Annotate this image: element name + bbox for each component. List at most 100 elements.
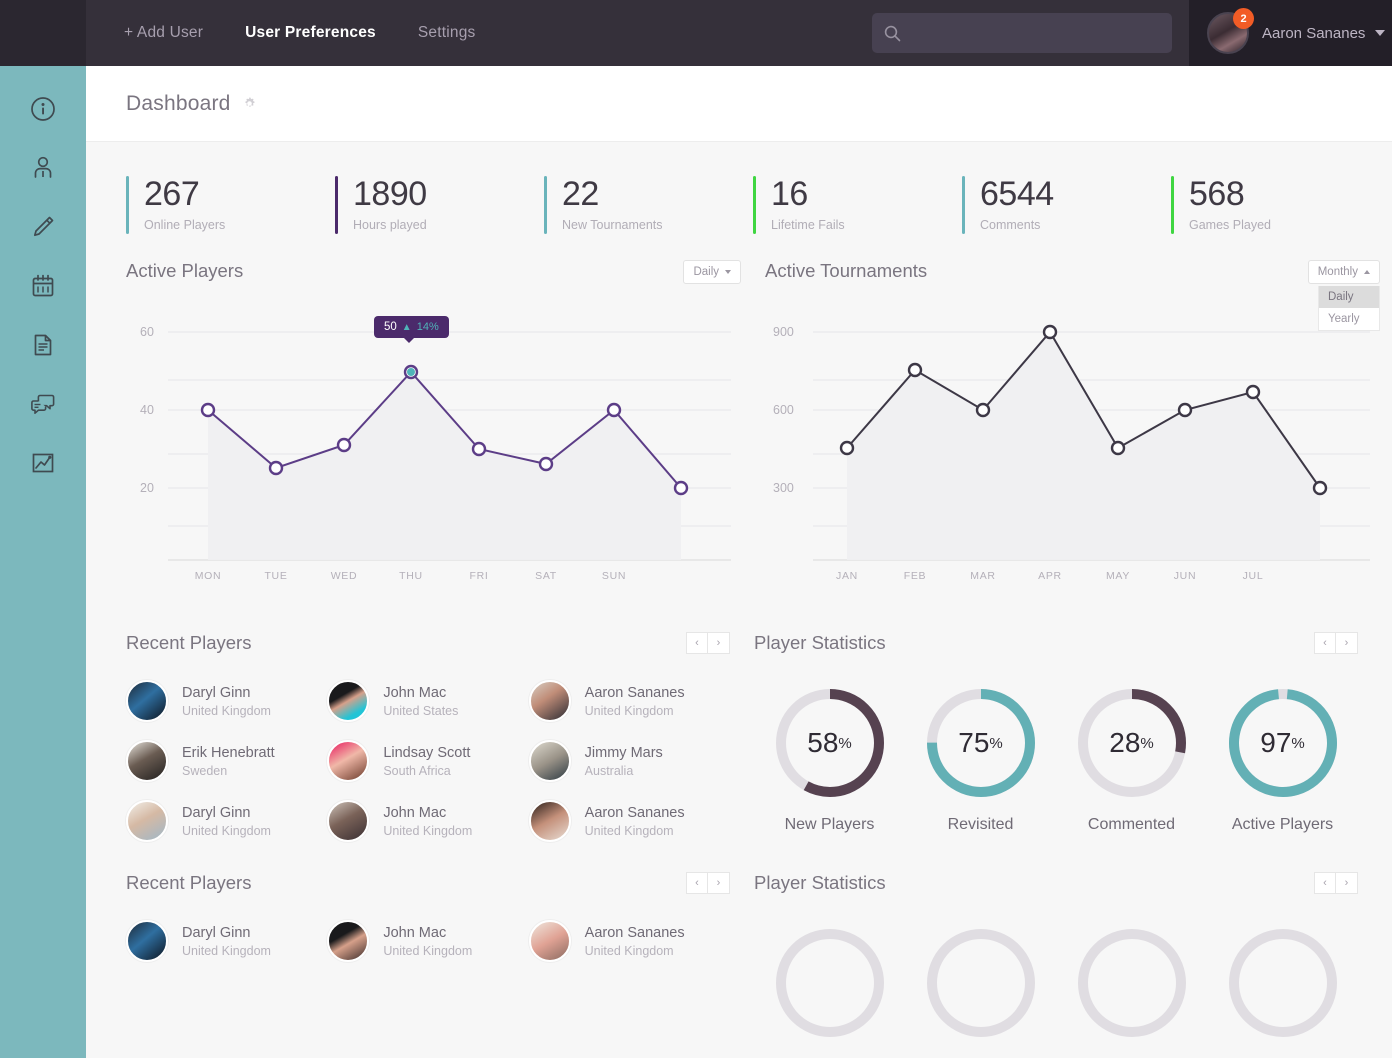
prev-arrow-icon[interactable]: ‹	[1314, 872, 1336, 894]
avatar	[529, 800, 571, 842]
sidebar-item-analytics[interactable]	[26, 446, 60, 480]
panel-title: Recent Players	[126, 872, 251, 894]
active-tournaments-chart: 900 600 300 JAN FEB	[765, 302, 1380, 602]
nav-user-preferences[interactable]: User Preferences	[245, 24, 376, 42]
stat-label: Hours played	[353, 218, 427, 232]
avatar	[327, 740, 369, 782]
list-item[interactable]: Aaron Sananes United Kingdom	[529, 680, 730, 722]
donut-active-players: 97% Active Players	[1207, 684, 1358, 834]
tooltip-value: 50	[384, 321, 397, 333]
player-country: United Kingdom	[383, 944, 472, 958]
tooltip-change: 14%	[417, 321, 439, 333]
player-name: Daryl Ginn	[182, 685, 271, 701]
page-title: Dashboard	[126, 92, 231, 116]
chevron-down-icon[interactable]	[1375, 30, 1385, 36]
list-item[interactable]: Daryl Ginn United Kingdom	[126, 680, 327, 722]
avatar	[126, 920, 168, 962]
list-item[interactable]: Daryl Ginn United Kingdom	[126, 920, 327, 962]
donut-value: 58%	[771, 684, 889, 802]
active-tournaments-filter-dropdown: Monthly Daily Yearly	[1308, 260, 1380, 284]
sidebar-item-messages[interactable]	[26, 387, 60, 421]
search-input[interactable]	[901, 25, 1160, 41]
active-tournaments-panel: Active Tournaments Monthly Daily Yearly	[765, 260, 1380, 602]
calendar-icon	[29, 272, 57, 300]
chat-icon	[29, 390, 57, 418]
list-item[interactable]: John Mac United Kingdom	[327, 800, 528, 842]
panel-header: Active Tournaments Monthly Daily Yearly	[765, 260, 1380, 284]
list-item[interactable]: Lindsay Scott South Africa	[327, 740, 528, 782]
list-item[interactable]: John Mac United Kingdom	[327, 920, 528, 962]
avatar	[529, 920, 571, 962]
svg-text:TUE: TUE	[264, 570, 287, 582]
filter-toggle[interactable]: Monthly	[1308, 260, 1380, 284]
next-arrow-icon[interactable]: ›	[1336, 632, 1358, 654]
list-item[interactable]: Erik Henebratt Sweden	[126, 740, 327, 782]
svg-text:JAN: JAN	[836, 570, 858, 582]
donut-placeholder	[905, 924, 1056, 1042]
donut-label: Active Players	[1232, 816, 1333, 834]
prev-arrow-icon[interactable]: ‹	[1314, 632, 1336, 654]
next-arrow-icon[interactable]: ›	[708, 632, 730, 654]
stat-value: 267	[144, 176, 225, 212]
sidebar-item-calendar[interactable]	[26, 269, 60, 303]
document-icon	[29, 331, 57, 359]
nav-add-user[interactable]: + Add User	[124, 24, 203, 42]
chart-icon	[29, 449, 57, 477]
svg-text:THU: THU	[399, 570, 423, 582]
list-item[interactable]: Aaron Sananes United Kingdom	[529, 920, 730, 962]
stat-new-tournaments: 22 New Tournaments	[544, 176, 753, 234]
nav-settings[interactable]: Settings	[418, 24, 476, 42]
search-bar[interactable]	[872, 13, 1172, 53]
page-header: Dashboard	[86, 66, 1392, 142]
next-arrow-icon[interactable]: ›	[1336, 872, 1358, 894]
stat-label: Online Players	[144, 218, 225, 232]
player-country: United States	[383, 704, 458, 718]
list-item[interactable]: Daryl Ginn United Kingdom	[126, 800, 327, 842]
stats-strip: 267 Online Players 1890 Hours played 22 …	[86, 142, 1392, 260]
sidebar-item-users[interactable]	[26, 151, 60, 185]
list-item[interactable]: Jimmy Mars Australia	[529, 740, 730, 782]
svg-text:300: 300	[773, 481, 794, 495]
stat-online-players: 267 Online Players	[126, 176, 335, 234]
avatar	[529, 740, 571, 782]
donut-commented: 28% Commented	[1056, 684, 1207, 834]
svg-text:APR: APR	[1038, 570, 1062, 582]
sidebar-item-info[interactable]	[26, 92, 60, 126]
svg-text:JUN: JUN	[1174, 570, 1197, 582]
sidebar-item-edit[interactable]	[26, 210, 60, 244]
recent-players-panel-2: Recent Players ‹ › Daryl Ginn United Kin…	[126, 872, 730, 1042]
panel-title: Player Statistics	[754, 632, 886, 654]
donut-charts: 58% New Players 75%	[754, 684, 1358, 834]
notification-badge[interactable]: 2	[1233, 8, 1254, 29]
active-players-panel: Active Players Daily	[126, 260, 741, 602]
donut-placeholder	[1207, 924, 1358, 1042]
stat-value: 1890	[353, 176, 427, 212]
search-icon	[884, 25, 901, 42]
prev-arrow-icon[interactable]: ‹	[686, 872, 708, 894]
panel-header: Player Statistics ‹ ›	[754, 872, 1358, 894]
panel-title: Active Players	[126, 260, 243, 282]
donut-label: New Players	[785, 816, 875, 834]
sidebar	[0, 66, 86, 1058]
active-players-filter-dropdown[interactable]: Daily	[683, 260, 741, 284]
list-item[interactable]: Aaron Sananes United Kingdom	[529, 800, 730, 842]
carousel-arrows: ‹ ›	[1314, 632, 1358, 654]
stat-label: Games Played	[1189, 218, 1271, 232]
sidebar-item-documents[interactable]	[26, 328, 60, 362]
main-nav: + Add User User Preferences Settings	[86, 24, 475, 42]
stat-lifetime-fails: 16 Lifetime Fails	[753, 176, 962, 234]
prev-arrow-icon[interactable]: ‹	[686, 632, 708, 654]
active-players-chart: 60 40 20	[126, 302, 741, 602]
players-stats-row-2: Recent Players ‹ › Daryl Ginn United Kin…	[86, 842, 1392, 1042]
next-arrow-icon[interactable]: ›	[708, 872, 730, 894]
list-item[interactable]: John Mac United States	[327, 680, 528, 722]
gear-icon[interactable]	[242, 96, 257, 111]
donut-label: Commented	[1088, 816, 1175, 834]
profile-menu[interactable]: 2 Aaron Sananes	[1189, 0, 1392, 66]
donut-value: 28%	[1073, 684, 1191, 802]
top-bar: + Add User User Preferences Settings 2 A…	[86, 0, 1392, 66]
player-country: Australia	[585, 764, 663, 778]
donut-new-players: 58% New Players	[754, 684, 905, 834]
carousel-arrows: ‹ ›	[686, 872, 730, 894]
charts-row: Active Players Daily	[86, 260, 1392, 602]
